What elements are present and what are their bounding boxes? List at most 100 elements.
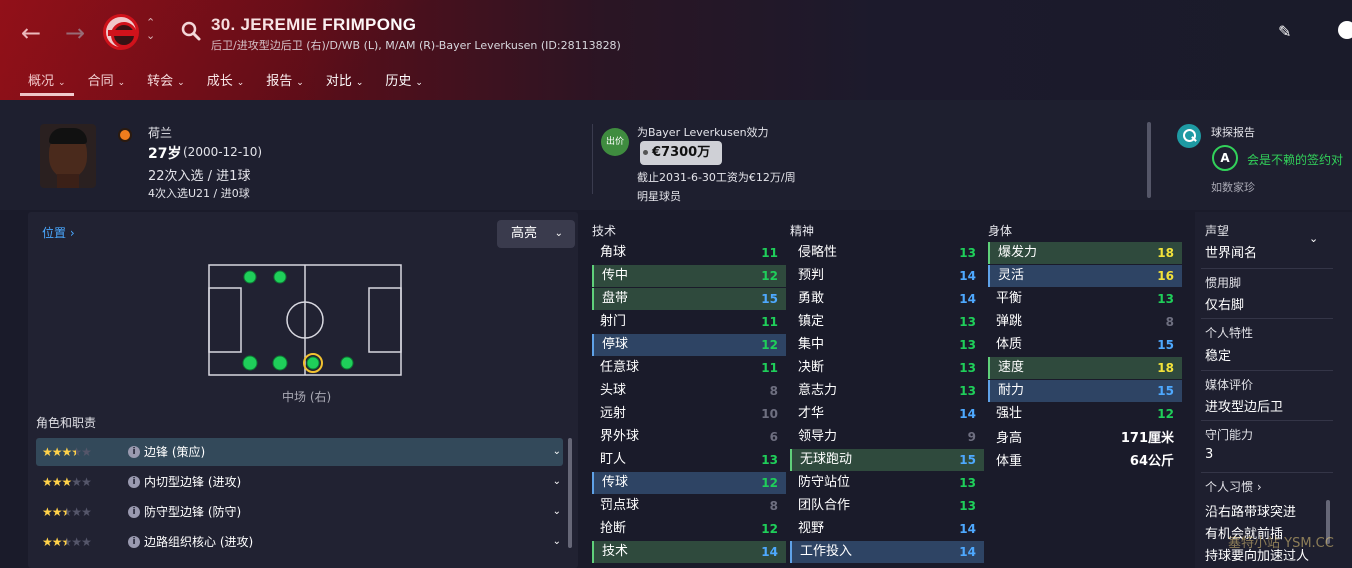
attribute-name: 射门: [600, 314, 627, 329]
attribute-name: 意志力: [798, 383, 838, 398]
club-crest[interactable]: [103, 14, 139, 50]
attribute-row-physical[interactable]: 爆发力 18: [988, 242, 1182, 264]
skull-icon[interactable]: [1338, 21, 1352, 39]
info-icon[interactable]: i: [128, 476, 140, 488]
position-link[interactable]: 位置 ›: [42, 224, 75, 241]
attribute-row-mental[interactable]: 意志力 13: [790, 380, 984, 402]
search-icon[interactable]: [180, 20, 202, 42]
habits-link[interactable]: 个人习惯 ›: [1205, 478, 1262, 495]
attribute-row-mental[interactable]: 决断 13: [790, 357, 984, 379]
attribute-row-technical[interactable]: 抢断 12: [592, 518, 786, 540]
goalkeeping-value: 3: [1205, 447, 1214, 462]
star-half-icon: ★: [71, 445, 82, 459]
player-portrait: [40, 124, 96, 188]
attribute-row-physical[interactable]: 灵活 16: [988, 265, 1182, 287]
info-icon[interactable]: i: [128, 446, 140, 458]
role-row[interactable]: ★★★★★ i 内切型边锋 (进攻) ⌄: [36, 468, 563, 496]
plays-for: 为Bayer Leverkusen效力: [637, 126, 769, 139]
attribute-row-mental[interactable]: 才华 14: [790, 403, 984, 425]
attribute-row-mental[interactable]: 镇定 13: [790, 311, 984, 333]
attribute-row-technical[interactable]: 远射 10: [592, 403, 786, 425]
attribute-row-physical[interactable]: 平衡 13: [988, 288, 1182, 310]
forward-icon[interactable]: →: [60, 18, 90, 48]
tab-reports[interactable]: 报告 ⌄: [256, 68, 314, 96]
chevron-down-icon[interactable]: ⌄: [553, 528, 561, 556]
nationality[interactable]: 荷兰: [148, 124, 172, 141]
attribute-row-mental[interactable]: 视野 14: [790, 518, 984, 540]
attribute-row-technical[interactable]: 盯人 13: [592, 449, 786, 471]
attribute-row-technical[interactable]: 界外球 6: [592, 426, 786, 448]
reputation-label: 声望: [1205, 224, 1230, 238]
chevron-down-icon[interactable]: ⌄: [553, 438, 561, 466]
attribute-row-mental[interactable]: 防守站位 13: [790, 472, 984, 494]
attribute-row-physical[interactable]: 耐力 15: [988, 380, 1182, 402]
role-star-rating: ★★★★★: [42, 528, 92, 556]
attribute-row-mental[interactable]: 无球跑动 15: [790, 449, 984, 471]
role-row[interactable]: ★★★★★ i 边锋 (策应) ⌄: [36, 438, 563, 466]
attribute-row-mental[interactable]: 侵略性 13: [790, 242, 984, 264]
chevron-down-icon[interactable]: ⌄: [553, 468, 561, 496]
star-full-icon: ★: [42, 535, 53, 549]
attribute-row-mental[interactable]: 勇敢 14: [790, 288, 984, 310]
role-row[interactable]: ★★★★★ i 防守型边锋 (防守) ⌄: [36, 498, 563, 526]
highlight-button[interactable]: 高亮 ⌄: [497, 220, 575, 248]
attribute-value: 13: [959, 338, 976, 352]
role-row[interactable]: ★★★★★ i 边路组织核心 (进攻) ⌄: [36, 528, 563, 556]
attribute-row-technical[interactable]: 角球 11: [592, 242, 786, 264]
tab-contract[interactable]: 合同 ⌄: [78, 68, 136, 96]
bid-badge[interactable]: 出价: [601, 128, 629, 156]
attribute-row-technical[interactable]: 传中 12: [592, 265, 786, 287]
star-half-icon: ★: [61, 505, 73, 519]
back-icon[interactable]: ←: [16, 18, 46, 48]
reputation-value: 世界闻名: [1205, 246, 1258, 261]
attribute-row-technical[interactable]: 罚点球 8: [592, 495, 786, 517]
attribute-value: 12: [761, 476, 778, 490]
tab-overview[interactable]: 概况 ⌄: [18, 68, 76, 96]
date-of-birth: (2000-12-10): [183, 145, 263, 159]
roles-scrollbar[interactable]: [568, 438, 572, 548]
attribute-row-mental[interactable]: 工作投入 14: [790, 541, 984, 563]
star-full-icon: ★: [51, 535, 63, 549]
attribute-row-mental[interactable]: 预判 14: [790, 265, 984, 287]
attribute-name: 灵活: [998, 268, 1025, 283]
attribute-row-mental[interactable]: 领导力 9: [790, 426, 984, 448]
attribute-row-technical[interactable]: 技术 14: [592, 541, 786, 563]
attribute-row-technical[interactable]: 头球 8: [592, 380, 786, 402]
info-icon[interactable]: i: [128, 506, 140, 518]
tab-compare[interactable]: 对比 ⌄: [316, 68, 374, 96]
attribute-row-physical[interactable]: 体质 15: [988, 334, 1182, 356]
attribute-name: 速度: [998, 360, 1025, 375]
chevron-down-icon[interactable]: ⌄: [553, 498, 561, 526]
watermark: 塞特小站 YSM.CC: [1228, 536, 1334, 551]
attribute-row-physical[interactable]: 强壮 12: [988, 403, 1182, 425]
attribute-name: 远射: [600, 406, 627, 421]
tab-history[interactable]: 历史 ⌄: [375, 68, 433, 96]
edit-icon[interactable]: ✎: [1278, 22, 1291, 41]
attribute-row-mental[interactable]: 团队合作 13: [790, 495, 984, 517]
attribute-name: 盘带: [602, 291, 629, 306]
attribute-row-technical[interactable]: 射门 11: [592, 311, 786, 333]
attribute-row-physical[interactable]: 弹跳 8: [988, 311, 1182, 333]
attribute-row-technical[interactable]: 任意球 11: [592, 357, 786, 379]
attribute-row-physical[interactable]: 速度 18: [988, 357, 1182, 379]
physical-heading: 身体: [988, 224, 1013, 238]
tab-development[interactable]: 成长 ⌄: [197, 68, 255, 96]
media-value: 进攻型边后卫: [1205, 400, 1284, 415]
role-name: 防守型边锋 (防守): [144, 505, 242, 519]
attribute-value: 12: [1157, 407, 1174, 421]
chevron-down-icon[interactable]: ⌄: [1309, 232, 1318, 245]
scout-report-icon[interactable]: [1177, 124, 1201, 148]
attribute-name: 强壮: [996, 406, 1023, 421]
age: 27岁: [148, 146, 182, 162]
attribute-name: 任意球: [600, 360, 640, 375]
attribute-row-technical[interactable]: 停球 12: [592, 334, 786, 356]
attribute-row-technical[interactable]: 盘带 15: [592, 288, 786, 310]
info-icon[interactable]: i: [128, 536, 140, 548]
attribute-value: 18: [1157, 246, 1174, 260]
attribute-row-technical[interactable]: 传球 12: [592, 472, 786, 494]
tab-transfer[interactable]: 转会 ⌄: [137, 68, 195, 96]
scrollbar[interactable]: [1147, 122, 1151, 198]
attribute-name: 勇敢: [798, 291, 825, 306]
up-down-icon[interactable]: ⌃ ⌄: [146, 16, 155, 42]
attribute-row-mental[interactable]: 集中 13: [790, 334, 984, 356]
